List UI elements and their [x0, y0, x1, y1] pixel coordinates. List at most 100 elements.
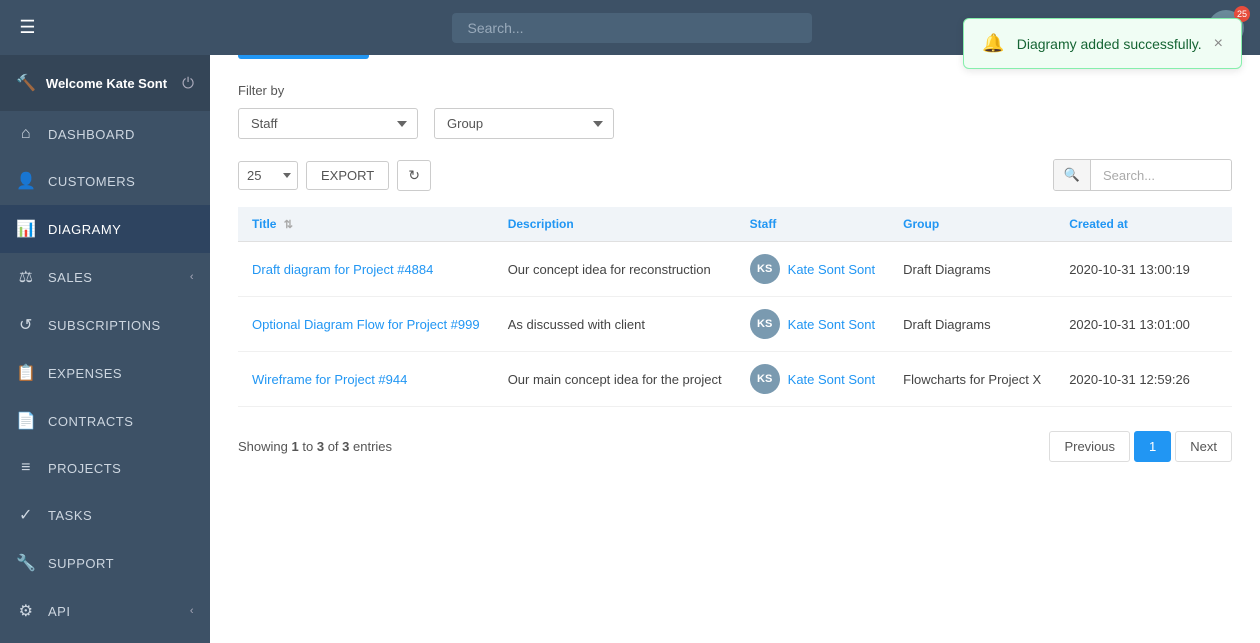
cell-title-0: Draft diagram for Project #4884: [238, 242, 494, 297]
title-link-2[interactable]: Wireframe for Project #944: [252, 372, 407, 387]
projects-icon: ≡: [16, 459, 36, 477]
table-search-input[interactable]: [1091, 161, 1231, 190]
api-arrow-icon: ‹: [190, 605, 194, 617]
tasks-icon: ✓: [16, 505, 36, 525]
cell-row-actions-0: [1204, 242, 1232, 297]
sidebar-item-expenses[interactable]: 📋 EXPENSES: [0, 349, 210, 397]
sidebar-item-sales[interactable]: ⚖ SALES ‹: [0, 253, 210, 301]
expenses-icon: 📋: [16, 363, 36, 383]
title-link-0[interactable]: Draft diagram for Project #4884: [252, 262, 433, 277]
cell-row-actions-2: [1204, 352, 1232, 407]
hamburger-icon: ☰: [19, 17, 35, 38]
cell-staff-0: KS Kate Sont Sont: [736, 242, 890, 297]
sidebar: 🔨 Welcome Kate Sont ⏻ ⌂ DASHBOARD 👤 CUST…: [0, 55, 210, 643]
sidebar-item-api[interactable]: ⚙ API ‹: [0, 587, 210, 635]
col-title: Title ⇅: [238, 207, 494, 242]
sidebar-tool-icon: 🔨: [16, 73, 36, 93]
staff-avatar-2: KS: [750, 364, 780, 394]
sidebar-item-customers[interactable]: 👤 CUSTOMERS: [0, 157, 210, 205]
filter-label: Filter by: [238, 83, 1232, 98]
support-icon: 🔧: [16, 553, 36, 573]
sales-arrow-icon: ‹: [190, 271, 194, 283]
data-table-wrap: Title ⇅ Description Staff Group Created …: [238, 207, 1232, 407]
col-description: Description: [494, 207, 736, 242]
cell-row-actions-1: [1204, 297, 1232, 352]
col-created: Created at: [1055, 207, 1204, 242]
table-search-box: 🔍: [1053, 159, 1232, 191]
cell-created-1: 2020-10-31 13:01:00: [1055, 297, 1204, 352]
cell-group-1: Draft Diagrams: [889, 297, 1055, 352]
power-icon[interactable]: ⏻: [182, 75, 194, 92]
notification-toast: 🔔 Diagramy added successfully. ×: [963, 18, 1242, 69]
dashboard-icon: ⌂: [16, 125, 36, 143]
sidebar-item-label: SUPPORT: [48, 556, 114, 571]
main-content: CREATE NEW Filter by Staff Group 25: [210, 0, 1260, 643]
sidebar-item-label: DIAGRAMY: [48, 222, 121, 237]
sidebar-item-leads[interactable]: 👥 LEADS: [0, 635, 210, 643]
search-input[interactable]: [452, 13, 812, 43]
cell-staff-1: KS Kate Sont Sont: [736, 297, 890, 352]
sidebar-item-projects[interactable]: ≡ PROJECTS: [0, 445, 210, 491]
sidebar-username: Welcome Kate Sont: [46, 76, 167, 91]
page-size-select[interactable]: 25: [238, 161, 298, 190]
sidebar-header: 🔨 Welcome Kate Sont ⏻: [0, 55, 210, 111]
table-header: Title ⇅ Description Staff Group Created …: [238, 207, 1232, 242]
showing-total: 3: [342, 439, 349, 454]
refresh-button[interactable]: ↻: [397, 160, 431, 191]
staff-avatar-1: KS: [750, 309, 780, 339]
sidebar-item-label: SALES: [48, 270, 92, 285]
sidebar-item-label: DASHBOARD: [48, 127, 135, 142]
subscriptions-icon: ↺: [16, 315, 36, 335]
staff-name-2[interactable]: Kate Sont Sont: [788, 372, 875, 387]
notification-message: Diagramy added successfully.: [1017, 36, 1202, 52]
sidebar-item-tasks[interactable]: ✓ TASKS: [0, 491, 210, 539]
sidebar-nav: ⌂ DASHBOARD 👤 CUSTOMERS 📊 DIAGRAMY ⚖ SAL…: [0, 111, 210, 643]
showing-to: 3: [317, 439, 324, 454]
previous-button[interactable]: Previous: [1049, 431, 1130, 462]
notification-close-button[interactable]: ×: [1214, 35, 1223, 53]
toolbar-right: 🔍: [1053, 159, 1232, 191]
showing-text: Showing 1 to 3 of 3 entries: [238, 439, 392, 454]
sidebar-header-left: 🔨 Welcome Kate Sont: [16, 73, 167, 93]
table-row: Draft diagram for Project #4884 Our conc…: [238, 242, 1232, 297]
hamburger-button[interactable]: ☰: [0, 17, 55, 38]
main-area: 🔨 Welcome Kate Sont ⏻ ⌂ DASHBOARD 👤 CUST…: [0, 0, 1260, 643]
title-link-1[interactable]: Optional Diagram Flow for Project #999: [252, 317, 480, 332]
sidebar-item-contracts[interactable]: 📄 CONTRACTS: [0, 397, 210, 445]
cell-created-2: 2020-10-31 12:59:26: [1055, 352, 1204, 407]
sidebar-item-diagramy[interactable]: 📊 DIAGRAMY: [0, 205, 210, 253]
data-table: Title ⇅ Description Staff Group Created …: [238, 207, 1232, 407]
api-icon: ⚙: [16, 601, 36, 621]
sidebar-item-dashboard[interactable]: ⌂ DASHBOARD: [0, 111, 210, 157]
col-staff: Staff: [736, 207, 890, 242]
sidebar-item-label: TASKS: [48, 508, 92, 523]
page-1-button[interactable]: 1: [1134, 431, 1171, 462]
notification-bell-icon: 🔔: [982, 33, 1004, 54]
cell-created-0: 2020-10-31 13:00:19: [1055, 242, 1204, 297]
staff-filter[interactable]: Staff: [238, 108, 418, 139]
sidebar-item-label: CONTRACTS: [48, 414, 133, 429]
pagination: Previous 1 Next: [1049, 431, 1232, 462]
customers-icon: 👤: [16, 171, 36, 191]
col-actions: [1204, 207, 1232, 242]
staff-name-0[interactable]: Kate Sont Sont: [788, 262, 875, 277]
export-button[interactable]: EXPORT: [306, 161, 389, 190]
cell-description-1: As discussed with client: [494, 297, 736, 352]
diagramy-icon: 📊: [16, 219, 36, 239]
sidebar-item-label: CUSTOMERS: [48, 174, 135, 189]
sidebar-item-subscriptions[interactable]: ↺ SUBSCRIPTIONS: [0, 301, 210, 349]
sales-icon: ⚖: [16, 267, 36, 287]
staff-name-1[interactable]: Kate Sont Sont: [788, 317, 875, 332]
group-filter[interactable]: Group: [434, 108, 614, 139]
table-search-icon: 🔍: [1054, 160, 1091, 190]
contracts-icon: 📄: [16, 411, 36, 431]
table-footer: Showing 1 to 3 of 3 entries Previous 1 N…: [238, 431, 1232, 462]
cell-title-2: Wireframe for Project #944: [238, 352, 494, 407]
cell-group-2: Flowcharts for Project X: [889, 352, 1055, 407]
table-body: Draft diagram for Project #4884 Our conc…: [238, 242, 1232, 407]
table-row: Wireframe for Project #944 Our main conc…: [238, 352, 1232, 407]
sidebar-item-label: EXPENSES: [48, 366, 122, 381]
next-button[interactable]: Next: [1175, 431, 1232, 462]
table-row: Optional Diagram Flow for Project #999 A…: [238, 297, 1232, 352]
sidebar-item-support[interactable]: 🔧 SUPPORT: [0, 539, 210, 587]
